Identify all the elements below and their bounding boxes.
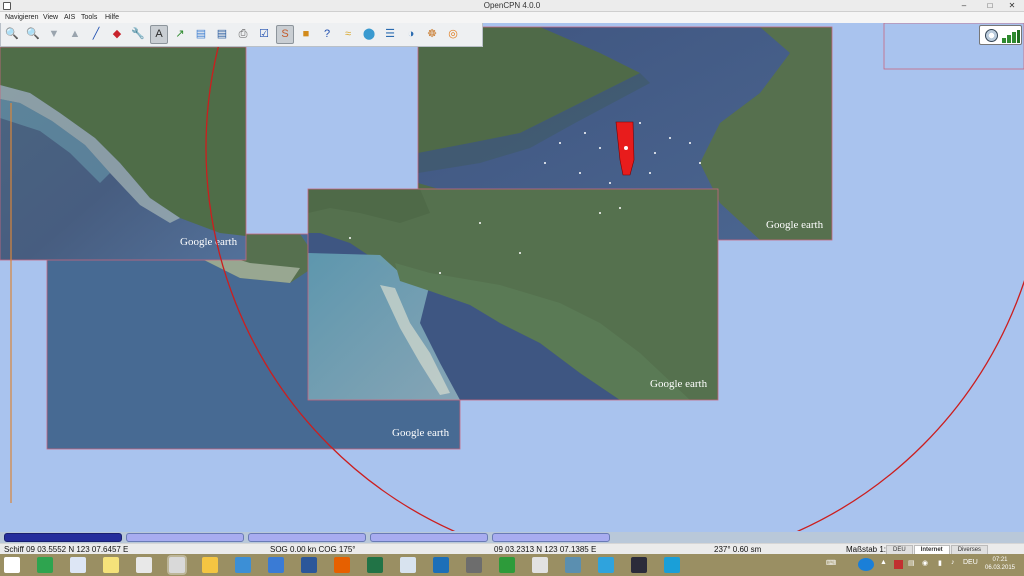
menu-view[interactable]: View: [43, 14, 58, 21]
menu-tools[interactable]: Tools: [81, 14, 97, 21]
quilt-segment[interactable]: [4, 533, 122, 542]
edge-app-icon[interactable]: [664, 557, 680, 573]
status-tabs: DEU Internet Diverses: [886, 545, 989, 554]
explorer-icon[interactable]: [202, 557, 218, 573]
chart-icon[interactable]: ▤: [192, 25, 210, 44]
battery-tray-icon[interactable]: ▮: [938, 559, 942, 567]
tray-arrow-icon[interactable]: ▲: [880, 559, 887, 566]
lightroom-icon[interactable]: [631, 557, 647, 573]
volume-tray-icon[interactable]: ♪: [951, 559, 955, 566]
chart-quilt-bar: [0, 532, 1024, 543]
scale-in-icon[interactable]: ▼: [45, 25, 63, 44]
watermark-top-center: Google earth: [766, 219, 824, 231]
chart-toggle-icon[interactable]: ▤: [213, 25, 231, 44]
color-scheme-icon[interactable]: ■: [297, 25, 315, 44]
title-bar: OpenCPN 4.0.0 – □ ✕: [0, 0, 1024, 12]
menu-navigieren[interactable]: Navigieren: [5, 14, 38, 21]
webcam-icon[interactable]: [235, 557, 251, 573]
quilt-segment[interactable]: [248, 533, 366, 542]
status-bar: Schiff 09 03.5552 N 123 07.6457 E SOG 0.…: [0, 543, 1024, 554]
zoom-in-icon[interactable]: 🔍: [3, 25, 21, 44]
network-tray-icon[interactable]: ▤: [908, 559, 915, 567]
tides-icon[interactable]: ≈: [339, 25, 357, 44]
sog-cog: SOG 0.00 kn COG 175°: [270, 545, 356, 554]
track-icon[interactable]: S: [276, 25, 294, 44]
route-manager-icon[interactable]: ☑: [255, 25, 273, 44]
sticky-notes-icon[interactable]: [103, 557, 119, 573]
quilt-segment[interactable]: [126, 533, 244, 542]
calc-icon[interactable]: [37, 557, 53, 573]
mark-icon[interactable]: ◆: [108, 25, 126, 44]
outlook-icon[interactable]: [433, 557, 449, 573]
watermark-lower-left: Google earth: [392, 427, 450, 439]
antivirus-tray-icon[interactable]: ◉: [922, 559, 928, 567]
print-icon[interactable]: ⎙: [234, 25, 252, 44]
clock[interactable]: 07:21 06.03.2015: [982, 556, 1018, 572]
chart-downloader-icon[interactable]: ☸: [423, 25, 441, 44]
clock-time: 07:21: [992, 557, 1008, 563]
clock-date: 06.03.2015: [984, 565, 1016, 571]
route-icon[interactable]: ╱: [87, 25, 105, 44]
watermark-upper-left: Google earth: [180, 236, 238, 248]
tray-language[interactable]: DEU: [963, 559, 978, 566]
firefox-icon[interactable]: [334, 557, 350, 573]
status-tab[interactable]: DEU: [886, 545, 913, 554]
quilt-segment[interactable]: [492, 533, 610, 542]
ship-position: Schiff 09 03.5552 N 123 07.6457 E: [4, 545, 129, 554]
keyboard-icon[interactable]: ⌨: [826, 559, 836, 567]
maxthon-icon[interactable]: [268, 557, 284, 573]
notepad-icon[interactable]: [70, 557, 86, 573]
text-icon[interactable]: A: [150, 25, 168, 44]
tablet-icon[interactable]: [466, 557, 482, 573]
gps-status-box[interactable]: [979, 25, 1022, 45]
close-button[interactable]: ✕: [1002, 0, 1022, 11]
stocks-icon[interactable]: [499, 557, 515, 573]
audio-icon[interactable]: [532, 557, 548, 573]
help-icon[interactable]: ?: [318, 25, 336, 44]
chart-svg[interactable]: Google earth Google earth Google earth G…: [0, 23, 1024, 531]
file-icon[interactable]: [136, 557, 152, 573]
main-toolbar: 🔍 🔍 ▼ ▲ ╱ ◆ 🔧 A ↗ ▤ ▤ ⎙ ☑ S ■? ≈ ⬤ ☰ ◑ ☸ ◎: [0, 23, 483, 47]
scale-out-icon[interactable]: ▲: [66, 25, 84, 44]
minimize-button[interactable]: –: [954, 0, 974, 11]
weather-icon[interactable]: ◑: [402, 25, 420, 44]
word-icon[interactable]: [301, 557, 317, 573]
settings-icon[interactable]: 🔧: [129, 25, 147, 44]
grib-icon[interactable]: ☰: [381, 25, 399, 44]
photo-icon[interactable]: [565, 557, 581, 573]
chart-canvas[interactable]: Google earth Google earth Google earth G…: [0, 23, 1024, 531]
mob-icon[interactable]: ◎: [444, 25, 462, 44]
windows-taskbar: ⌨ ▲ ▤ ◉ ▮ ♪ DEU 07:21 06.03.2015: [0, 554, 1024, 576]
maximize-button[interactable]: □: [980, 0, 1000, 11]
watermark-center: Google earth: [650, 378, 708, 390]
auto-follow-icon[interactable]: ↗: [171, 25, 189, 44]
menu-bar: Navigieren View AIS Tools Hilfe: [0, 12, 1024, 23]
window-title: OpenCPN 4.0.0: [483, 1, 541, 10]
zoom-out-icon[interactable]: 🔍: [24, 25, 42, 44]
opencpn-task-icon[interactable]: [169, 557, 185, 573]
menu-hilfe[interactable]: Hilfe: [105, 14, 119, 21]
quilt-segment[interactable]: [370, 533, 488, 542]
status-tab[interactable]: Diverses: [950, 545, 989, 554]
compass-icon[interactable]: [985, 29, 998, 42]
psd-icon[interactable]: [598, 557, 614, 573]
cursor-position: 09 03.2313 N 123 07.1385 E: [494, 545, 597, 554]
network-icon[interactable]: [400, 557, 416, 573]
chart-scale: Maßstab 1:1: [846, 545, 891, 554]
own-ship-center: [624, 146, 628, 150]
gps-signal-icon: [1002, 30, 1020, 43]
windows-start-icon[interactable]: [4, 557, 20, 573]
excel-icon[interactable]: [367, 557, 383, 573]
cursor-bearing-range: 237° 0.60 sm: [714, 545, 762, 554]
chart-tile-upper-left: [0, 46, 247, 261]
teamviewer-icon[interactable]: [858, 558, 874, 571]
status-tab[interactable]: Internet: [913, 545, 950, 554]
currents-icon[interactable]: ⬤: [360, 25, 378, 44]
chart-tile-center: [307, 188, 719, 401]
tray-app-icon[interactable]: [894, 560, 903, 569]
menu-ais[interactable]: AIS: [64, 14, 75, 21]
